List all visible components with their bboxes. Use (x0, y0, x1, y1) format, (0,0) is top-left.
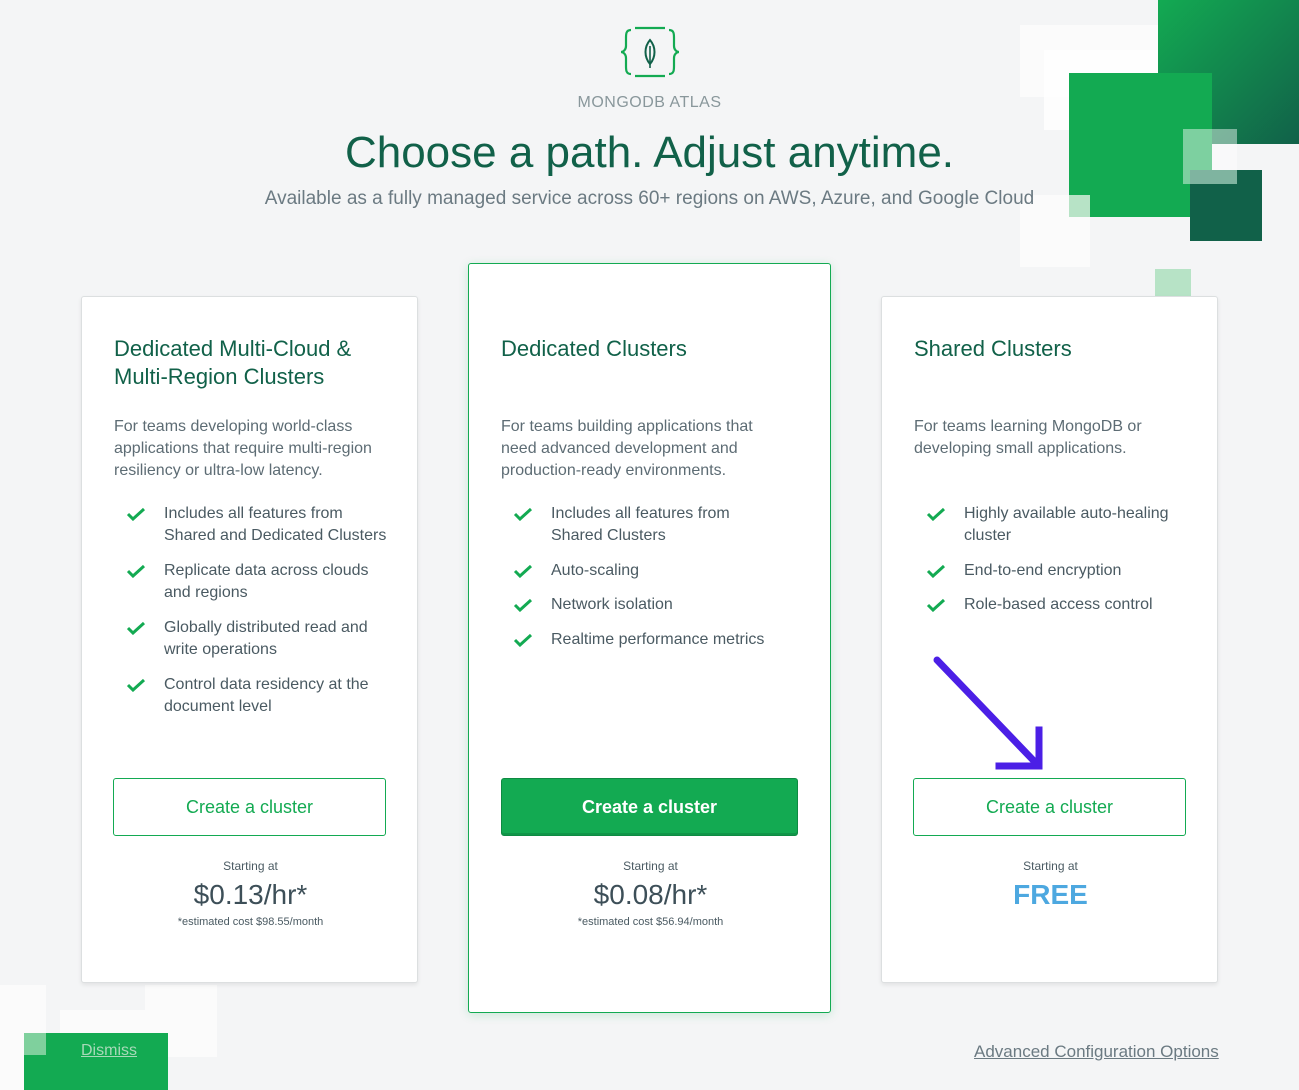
check-icon (126, 678, 146, 692)
check-icon (513, 507, 533, 521)
plan-description: For teams learning MongoDB or developing… (914, 418, 1142, 457)
plan-title: Dedicated Clusters (501, 336, 687, 361)
decor-square (1155, 269, 1191, 296)
feature-item: Auto-scaling (501, 560, 801, 582)
feature-list: Highly available auto-healing cluster En… (914, 503, 1194, 616)
dismiss-link[interactable]: Dismiss (81, 1042, 137, 1060)
feature-item: Control data residency at the document l… (114, 674, 394, 718)
starting-at-label: Starting at (1023, 859, 1078, 873)
mongodb-leaf-icon (620, 26, 679, 78)
plan-title: Shared Clusters (914, 336, 1072, 361)
price-value: $0.13/hr* (193, 879, 308, 910)
feature-item: Highly available auto-healing cluster (914, 503, 1184, 547)
starting-at-label: Starting at (623, 859, 678, 873)
brand-label: MONGODB ATLAS (577, 94, 722, 111)
check-icon (513, 633, 533, 647)
check-icon (926, 598, 946, 612)
plan-card-shared: Shared Clusters For teams learning Mongo… (881, 296, 1218, 983)
price-block: Starting at FREE (882, 859, 1219, 911)
price-value-free: FREE (1013, 879, 1088, 910)
plan-title: Dedicated Multi-Cloud & Multi-Region Clu… (114, 336, 352, 389)
check-icon (513, 564, 533, 578)
feature-list: Includes all features from Shared and De… (114, 503, 394, 718)
arrow-annotation (933, 656, 1043, 770)
price-estimate: *estimated cost $98.55/month (177, 916, 324, 928)
feature-item: Realtime performance metrics (501, 629, 801, 651)
check-icon (513, 598, 533, 612)
page-header: MONGODB ATLAS Choose a path. Adjust anyt… (0, 22, 1299, 210)
plan-description: For teams developing world-class applica… (114, 418, 372, 479)
starting-at-label: Starting at (223, 859, 278, 873)
price-value: $0.08/hr* (593, 879, 708, 910)
create-cluster-button[interactable]: Create a cluster (913, 778, 1186, 836)
plan-card-dedicated: Dedicated Clusters For teams building ap… (468, 263, 831, 1013)
page-title: Choose a path. Adjust anytime. (344, 128, 955, 177)
feature-list: Includes all features from Shared Cluste… (501, 503, 801, 651)
page-subtitle: Available as a fully managed service acr… (264, 188, 1035, 209)
decor-square (24, 1033, 46, 1055)
feature-item: End-to-end encryption (914, 560, 1194, 582)
check-icon (926, 564, 946, 578)
check-icon (126, 621, 146, 635)
feature-item: Network isolation (501, 594, 801, 616)
feature-item: Includes all features from Shared Cluste… (501, 503, 761, 547)
feature-item: Replicate data across clouds and regions (114, 560, 394, 604)
price-estimate: *estimated cost $56.94/month (577, 916, 724, 928)
check-icon (926, 507, 946, 521)
plan-card-multi-cloud: Dedicated Multi-Cloud & Multi-Region Clu… (81, 296, 418, 983)
advanced-configuration-link[interactable]: Advanced Configuration Options (974, 1042, 1219, 1062)
check-icon (126, 564, 146, 578)
price-block: Starting at $0.13/hr* *estimated cost $9… (82, 859, 419, 928)
plan-description: For teams building applications that nee… (501, 418, 753, 479)
check-icon (126, 507, 146, 521)
create-cluster-button[interactable]: Create a cluster (501, 778, 798, 836)
feature-item: Role-based access control (914, 594, 1194, 616)
price-block: Starting at $0.08/hr* *estimated cost $5… (469, 859, 832, 928)
create-cluster-button[interactable]: Create a cluster (113, 778, 386, 836)
feature-item: Globally distributed read and write oper… (114, 617, 394, 661)
feature-item: Includes all features from Shared and De… (114, 503, 394, 547)
